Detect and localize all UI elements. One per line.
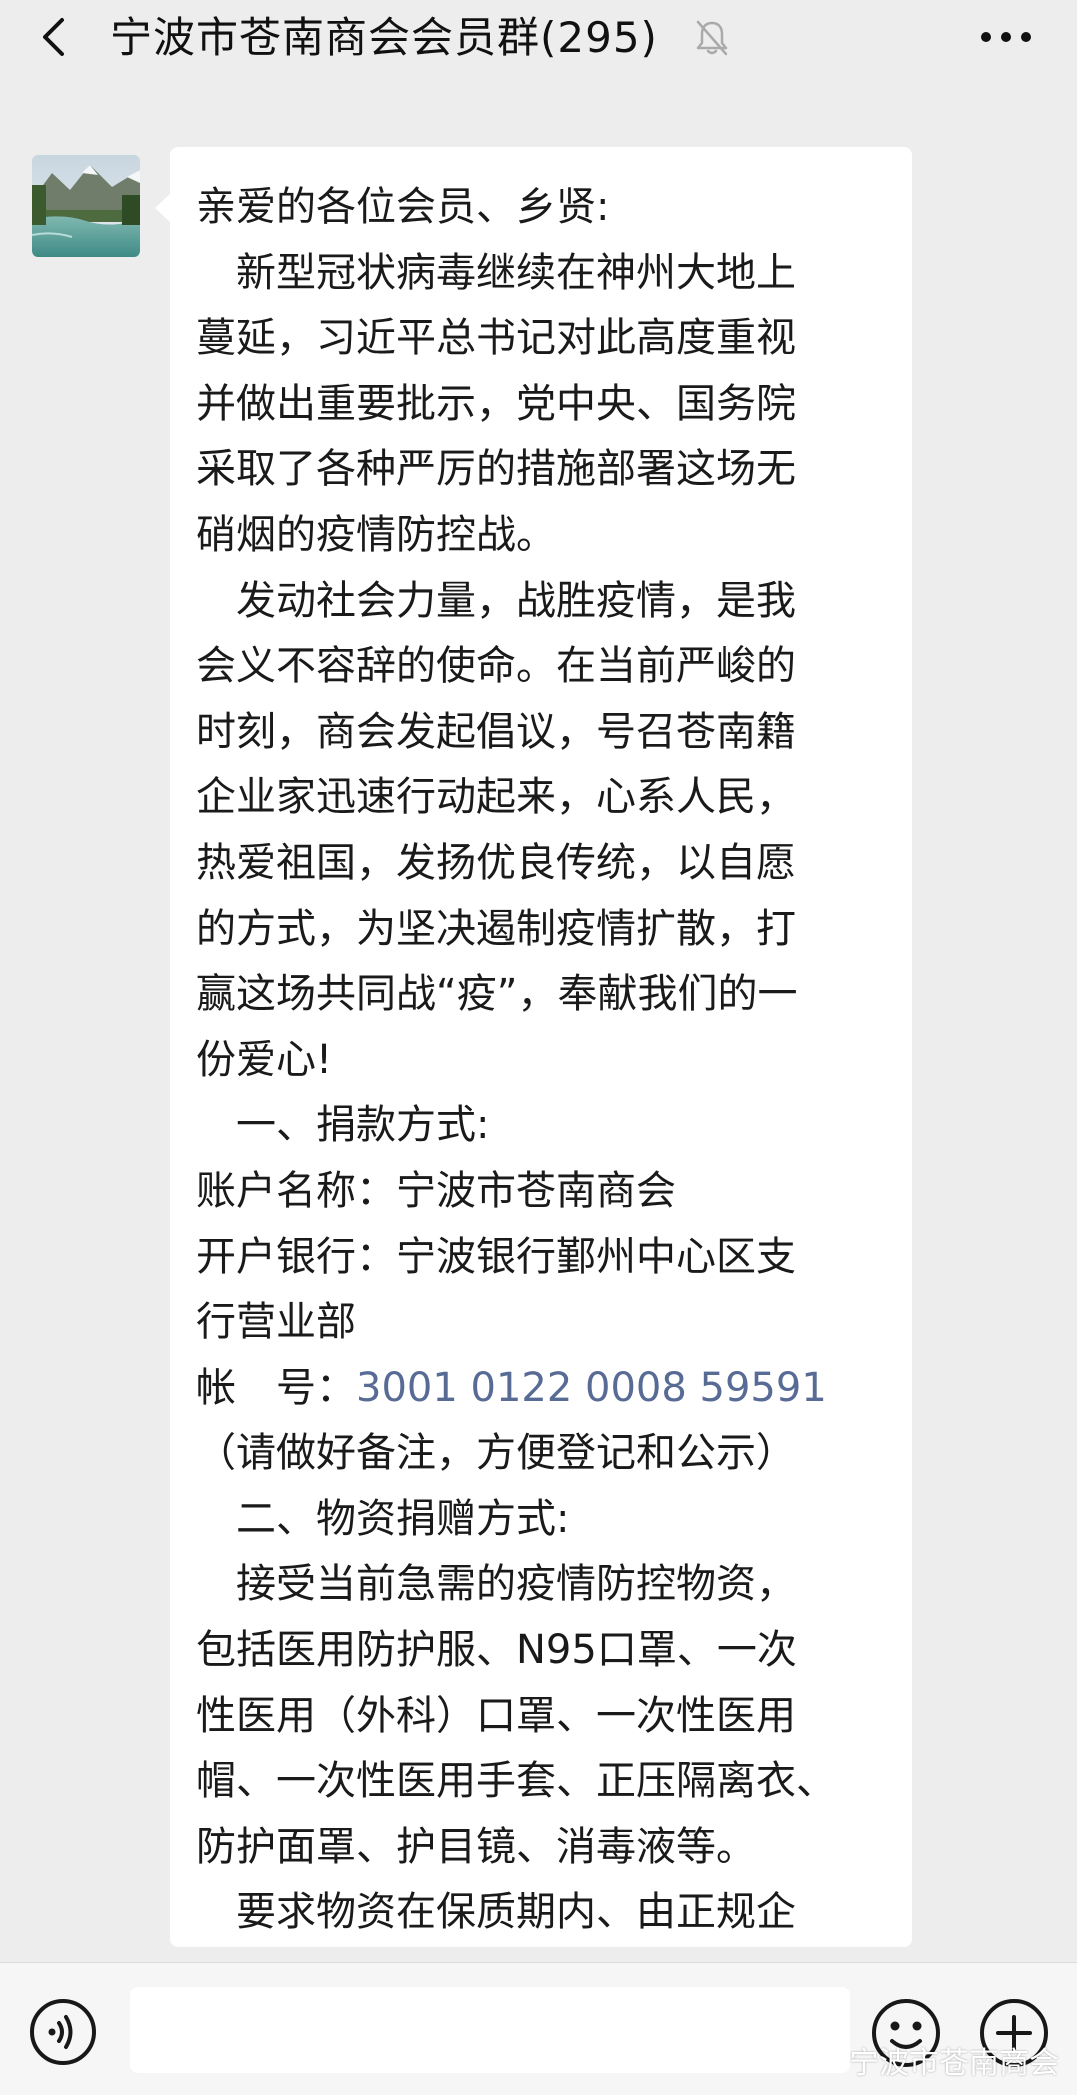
sender-avatar[interactable] bbox=[32, 155, 140, 257]
message-line: 一、捐款方式: bbox=[196, 1102, 490, 1149]
message-line: 的方式，为坚决遏制疫情扩散，打 bbox=[196, 905, 796, 952]
message-line: 份爱心! bbox=[196, 1036, 333, 1083]
message-line: 包括医用防护服、N95口罩、一次 bbox=[196, 1627, 797, 1674]
message-line: 帽、一次性医用手套、正压隔离衣、 bbox=[196, 1758, 836, 1805]
message-line: 防护面罩、护目镜、消毒液等。 bbox=[196, 1823, 756, 1870]
account-number-link[interactable]: 3001 0122 0008 59591 bbox=[356, 1365, 827, 1411]
bell-muted-icon bbox=[693, 18, 731, 58]
back-button[interactable] bbox=[30, 12, 80, 62]
message-line: 性医用（外科）口罩、一次性医用 bbox=[196, 1692, 796, 1739]
message-line: 账户名称：宁波市苍南商会 bbox=[196, 1167, 676, 1214]
message-line: 新型冠状病毒继续在神州大地上 bbox=[196, 249, 796, 296]
message-line: 蔓延，习近平总书记对此高度重视 bbox=[196, 315, 796, 362]
chat-screen: 宁波市苍南商会会员群(295) 亲爱的各位会员、乡贤: 新型冠状病毒继续在神州大… bbox=[0, 0, 1077, 2095]
message-text: 亲爱的各位会员、乡贤: 新型冠状病毒继续在神州大地上 蔓延，习近平总书记对此高度… bbox=[196, 175, 896, 1946]
watermark: 宁波市苍南商会 bbox=[807, 2040, 1059, 2081]
more-options-button[interactable] bbox=[976, 22, 1036, 52]
account-number-line: 帐 号：3001 0122 0008 59591 bbox=[196, 1356, 896, 1422]
message-input[interactable] bbox=[130, 1987, 850, 2073]
message-line: 发动社会力量，战胜疫情，是我 bbox=[196, 577, 796, 624]
message-line: 行营业部 bbox=[196, 1299, 356, 1346]
message-line: 要求物资在保质期内、由正规企 bbox=[196, 1889, 796, 1936]
more-dots-icon bbox=[981, 32, 1031, 42]
message-line: 二、物资捐赠方式: bbox=[196, 1495, 570, 1542]
message-line: 赢这场共同战“疫”，奉献我们的一 bbox=[196, 971, 798, 1018]
wechat-icon bbox=[808, 2047, 840, 2072]
message-line: 接受当前急需的疫情防控物资， bbox=[196, 1561, 796, 1608]
message-line: （请做好备注，方便登记和公示） bbox=[196, 1430, 796, 1477]
message-line: 会义不容辞的使命。在当前严峻的 bbox=[196, 643, 796, 690]
account-label: 帐 号： bbox=[196, 1364, 356, 1411]
watermark-text: 宁波市苍南商会 bbox=[849, 2046, 1059, 2081]
message-line: 热爱祖国，发扬优良传统，以自愿 bbox=[196, 839, 796, 886]
chat-title: 宁波市苍南商会会员群(295) bbox=[110, 13, 658, 62]
message-line: 开户银行：宁波银行鄞州中心区支 bbox=[196, 1233, 796, 1280]
message-line: 并做出重要批示，党中央、国务院 bbox=[196, 380, 796, 427]
voice-icon bbox=[30, 1999, 96, 2065]
message-line: 时刻，商会发起倡议，号召苍南籍 bbox=[196, 708, 796, 755]
message-line: 企业家迅速行动起来，心系人民， bbox=[196, 774, 796, 821]
voice-button[interactable] bbox=[28, 1997, 98, 2067]
chat-header: 宁波市苍南商会会员群(295) bbox=[0, 0, 1077, 80]
message-line: 硝烟的疫情防控战。 bbox=[196, 511, 556, 558]
message-line: 采取了各种严厉的措施部署这场无 bbox=[196, 446, 796, 493]
chevron-left-icon bbox=[43, 18, 64, 56]
message-line: 亲爱的各位会员、乡贤: bbox=[196, 184, 610, 230]
